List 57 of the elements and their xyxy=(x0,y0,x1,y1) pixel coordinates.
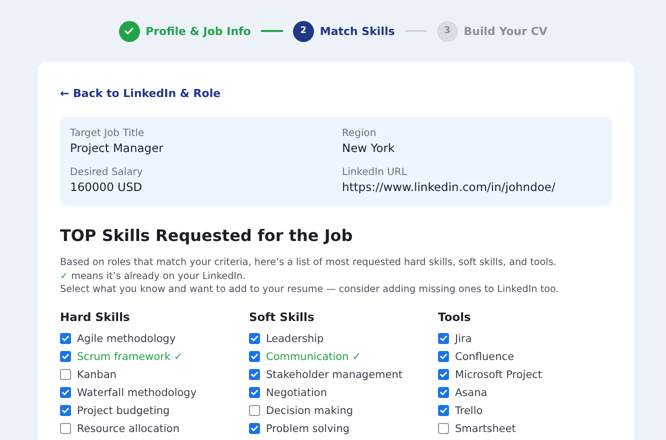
checkbox[interactable] xyxy=(249,333,260,344)
section-title: TOP Skills Requested for the Job xyxy=(60,226,354,246)
checkbox[interactable] xyxy=(60,351,71,362)
skill-label: Asana xyxy=(455,386,488,398)
skill-label: Negotiation xyxy=(266,386,327,398)
skill-label: Stakeholder management xyxy=(266,368,402,380)
skill-label: Leadership xyxy=(266,332,324,344)
skill-label: Resource allocation xyxy=(77,422,180,434)
instruction-text: Select what you know and want to add to your resume — consider adding missing ones to LinkedIn too. xyxy=(60,283,560,296)
skill-label: Communication ✓ xyxy=(266,350,361,362)
skill-label: Confluence xyxy=(455,350,514,362)
back-link[interactable]: ← Back to LinkedIn & Role xyxy=(60,87,221,100)
checkbox[interactable] xyxy=(60,423,71,434)
checkbox[interactable] xyxy=(438,387,449,398)
checkbox[interactable] xyxy=(60,333,71,344)
field-label: Region xyxy=(342,127,378,140)
skill-label: Microsoft Project xyxy=(455,368,542,380)
step-label: Build Your CV xyxy=(464,24,548,38)
skill-label: Waterfall methodology xyxy=(77,386,197,398)
field-value: https://www.linkedin.com/in/johndoe/ xyxy=(342,179,556,196)
field-value: 160000 USD xyxy=(70,179,144,196)
step-number: 3 xyxy=(436,20,458,42)
checkbox[interactable] xyxy=(60,387,71,398)
checkbox[interactable] xyxy=(249,369,260,380)
checkbox[interactable] xyxy=(249,405,260,416)
intro-text: Based on roles that match your criteria, here’s a list of most requested hard skills, soft skills, and tools. xyxy=(60,256,558,270)
step-number: 2 xyxy=(292,20,314,42)
checkbox[interactable] xyxy=(249,351,260,362)
column-heading: Soft Skills xyxy=(249,310,316,324)
skill-label: Agile methodology xyxy=(77,332,176,344)
checkbox[interactable] xyxy=(438,351,449,362)
field-value: New York xyxy=(342,140,396,157)
column-heading: Tools xyxy=(438,310,472,324)
checkbox[interactable] xyxy=(60,405,71,416)
checkbox[interactable] xyxy=(438,369,449,380)
skill-label: Scrum framework ✓ xyxy=(77,350,183,362)
skill-label: Jira xyxy=(455,332,472,344)
legend-text: ✓ means it’s already on your LinkedIn. xyxy=(60,270,247,283)
skill-label: Decision making xyxy=(266,404,354,416)
skill-label: Kanban xyxy=(77,368,117,380)
checkbox[interactable] xyxy=(249,423,260,434)
field-label: Desired Salary xyxy=(70,166,144,179)
skill-label: Project budgeting xyxy=(77,404,170,416)
checkbox[interactable] xyxy=(60,369,71,380)
skill-label: Problem solving xyxy=(266,422,350,434)
column-heading: Hard Skills xyxy=(60,310,131,324)
field-label: Target Job Title xyxy=(70,127,146,140)
step-label: Profile & Job Info xyxy=(146,24,251,38)
checkbox[interactable] xyxy=(438,333,449,344)
field-value: Project Manager xyxy=(70,140,164,157)
skill-label: Smartsheet xyxy=(455,422,516,434)
checkbox[interactable] xyxy=(249,387,260,398)
checkbox[interactable] xyxy=(438,423,449,434)
checkbox[interactable] xyxy=(438,405,449,416)
skill-label: Trello xyxy=(455,404,483,416)
field-label: LinkedIn URL xyxy=(342,166,408,179)
step-label: Match Skills xyxy=(320,24,395,38)
